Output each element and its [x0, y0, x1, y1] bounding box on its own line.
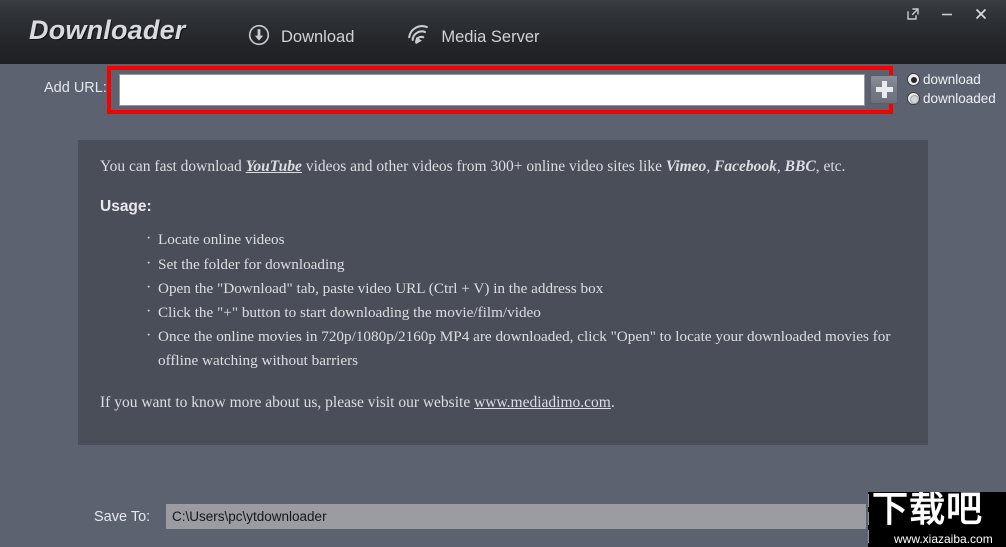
url-input[interactable] — [119, 74, 865, 106]
minimize-window-button[interactable] — [938, 5, 956, 23]
list-item: Once the online movies in 720p/1080p/216… — [146, 324, 906, 372]
close-window-button[interactable] — [972, 5, 990, 23]
save-to-label: Save To: — [94, 509, 151, 525]
list-item: Set the folder for downloading — [146, 252, 906, 277]
list-item: Locate online videos — [146, 227, 906, 252]
radio-download-mark — [907, 73, 920, 86]
intro-text-3: , etc. — [815, 158, 846, 175]
list-item: Click the "+" button to start downloadin… — [146, 300, 906, 325]
plus-icon-vertical — [881, 81, 887, 98]
intro-sep-1: , — [706, 158, 715, 175]
download-circle-icon — [248, 24, 270, 51]
add-url-label: Add URL: — [44, 80, 107, 96]
window-controls — [904, 0, 1000, 28]
usage-heading: Usage: — [100, 198, 152, 216]
add-url-button[interactable] — [870, 75, 898, 104]
closing-text-after: . — [610, 393, 615, 411]
radio-download[interactable]: download — [907, 72, 996, 87]
tab-media-server[interactable]: Media Server — [406, 24, 540, 51]
info-panel: You can fast download YouTube videos and… — [78, 140, 928, 445]
website-link[interactable]: www.mediadimo.com — [474, 394, 611, 411]
app-window: Downloader Download Media Server Add URL… — [0, 0, 1006, 547]
brand-vimeo: Vimeo — [665, 158, 707, 175]
radio-download-label: download — [923, 72, 981, 87]
cast-wifi-icon — [406, 24, 430, 51]
tab-download-label: Download — [281, 28, 355, 46]
radio-downloaded-label: downloaded — [923, 91, 996, 106]
brand-youtube: YouTube — [245, 158, 302, 175]
save-path-input[interactable] — [166, 504, 866, 529]
app-logo: Downloader — [29, 15, 186, 45]
restore-window-button[interactable] — [904, 5, 922, 23]
filter-radio-group: download downloaded — [907, 72, 996, 106]
radio-downloaded[interactable]: downloaded — [907, 91, 996, 106]
intro-text-1: You can fast download — [100, 158, 246, 175]
intro-sep-2: , — [776, 158, 785, 175]
watermark-strips — [868, 492, 870, 547]
closing-paragraph: If you want to know more about us, pleas… — [100, 394, 906, 412]
brand-bbc: BBC — [784, 158, 816, 175]
site-watermark: 下载吧 www.xiazaiba.com — [868, 492, 1006, 547]
usage-list: Locate online videos Set the folder for … — [100, 227, 906, 372]
tab-download[interactable]: Download — [248, 24, 354, 51]
list-item: Open the "Download" tab, paste video URL… — [146, 276, 906, 301]
title-bar: Downloader Download Media Server — [0, 0, 1006, 64]
intro-text-2: videos and other videos from 300+ online… — [301, 158, 666, 175]
tab-media-server-label: Media Server — [441, 28, 540, 46]
watermark-logo-text: 下载吧 — [872, 492, 984, 530]
nav-tabs: Download Media Server — [248, 24, 540, 51]
radio-downloaded-mark — [907, 92, 920, 105]
watermark-url: www.xiazaiba.com — [894, 532, 993, 546]
brand-facebook: Facebook — [714, 158, 777, 175]
closing-text-before: If you want to know more about us, pleas… — [100, 393, 475, 411]
intro-paragraph: You can fast download YouTube videos and… — [100, 156, 906, 178]
